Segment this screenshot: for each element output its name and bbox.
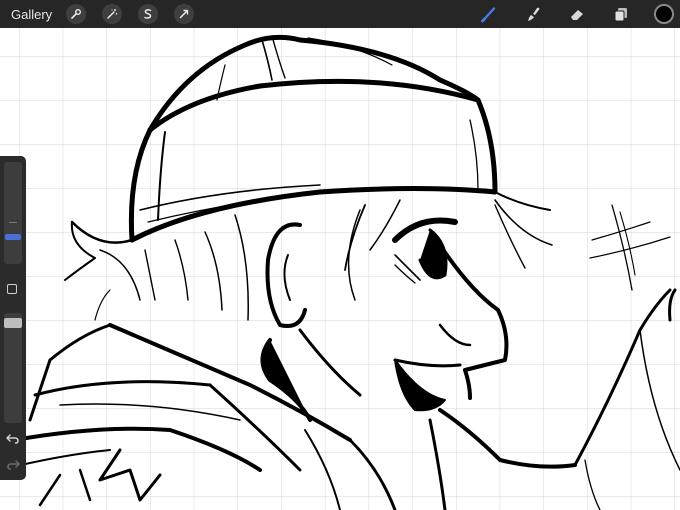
brush-tool-button[interactable] bbox=[478, 3, 500, 25]
redo-arrow-icon bbox=[7, 460, 20, 470]
undo-button[interactable] bbox=[5, 432, 21, 446]
transform-button[interactable] bbox=[174, 4, 195, 24]
drawing-canvas[interactable] bbox=[0, 28, 680, 510]
undo-arrow-icon bbox=[6, 434, 19, 444]
actions-button[interactable] bbox=[66, 4, 87, 24]
transform-arrow-icon bbox=[179, 9, 189, 19]
adjustments-button[interactable] bbox=[102, 4, 123, 24]
selection-icon bbox=[144, 9, 152, 19]
eraser-icon bbox=[571, 10, 583, 20]
size-tick-mark bbox=[9, 222, 17, 223]
artwork bbox=[0, 28, 680, 510]
modify-button[interactable] bbox=[7, 284, 17, 294]
magic-wand-icon bbox=[107, 9, 118, 19]
redo-button[interactable] bbox=[5, 458, 21, 472]
canvas-grid bbox=[0, 28, 680, 510]
gallery-button[interactable]: Gallery bbox=[11, 7, 52, 22]
eraser-tool-button[interactable] bbox=[566, 3, 588, 25]
opacity-slider[interactable] bbox=[4, 313, 22, 423]
color-swatch[interactable] bbox=[654, 4, 674, 24]
layers-icon bbox=[614, 8, 627, 22]
layers-button[interactable] bbox=[610, 3, 632, 25]
brush-size-thumb[interactable] bbox=[5, 234, 21, 240]
brush-icon bbox=[481, 7, 496, 23]
smudge-tool-button[interactable] bbox=[522, 3, 544, 25]
right-toolbar bbox=[456, 0, 680, 28]
top-toolbar: Gallery bbox=[0, 0, 680, 28]
brush-sidebar bbox=[0, 156, 26, 480]
brush-size-slider[interactable] bbox=[4, 162, 22, 264]
smudge-icon bbox=[528, 7, 540, 21]
opacity-thumb[interactable] bbox=[4, 318, 22, 328]
selection-button[interactable] bbox=[138, 4, 159, 24]
wrench-icon bbox=[71, 9, 82, 19]
